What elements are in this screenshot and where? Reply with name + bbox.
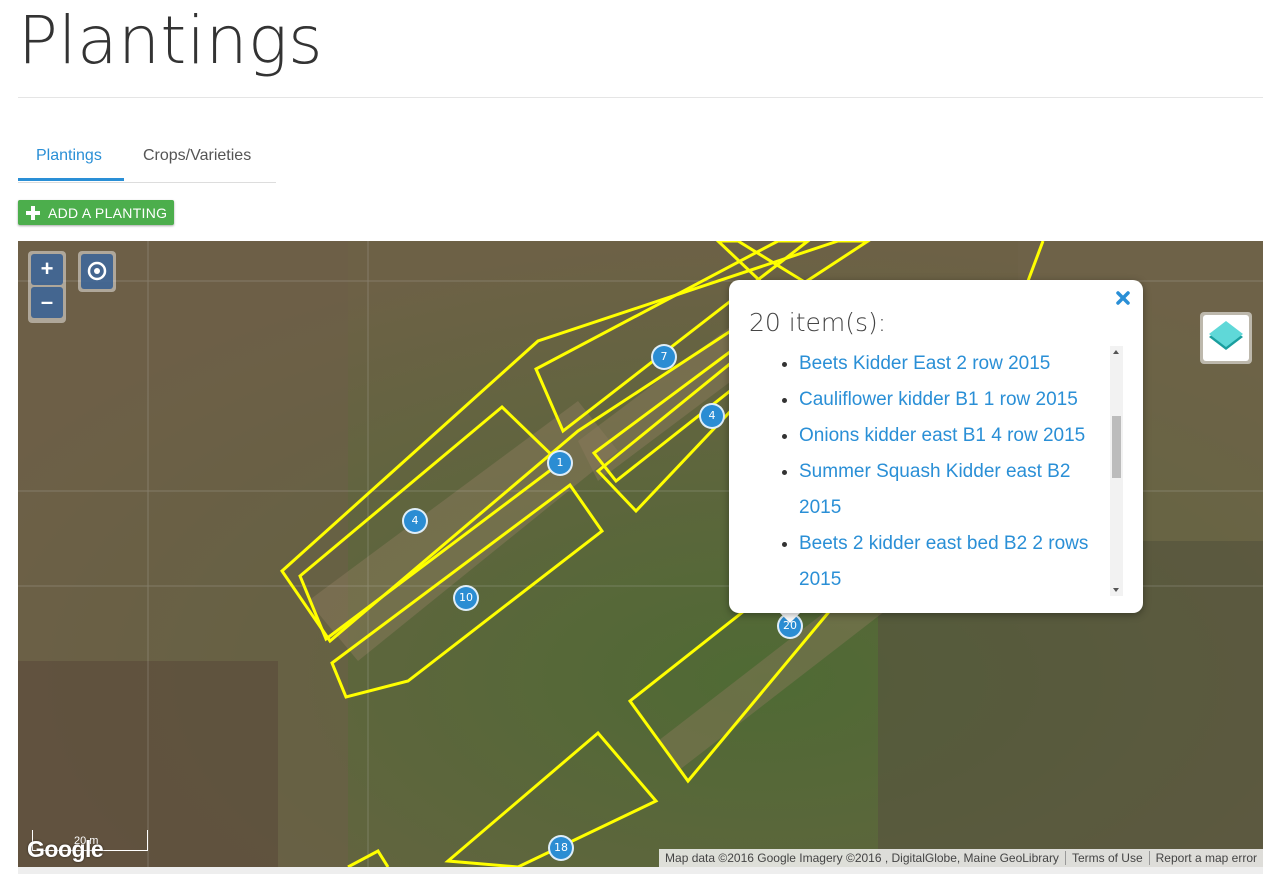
popup-list-container[interactable]: Beets Kidder East 2 row 2015 Cauliflower… (749, 346, 1125, 602)
popup-scrollbar[interactable] (1110, 346, 1123, 596)
plus-icon (25, 205, 41, 221)
geolocate-button[interactable] (81, 254, 113, 289)
google-logo: Google (27, 836, 104, 862)
layer-switcher-inner (1203, 315, 1249, 361)
planting-link[interactable]: Beets Kidder East 2 row 2015 (799, 353, 1050, 374)
scroll-down-arrow-icon[interactable] (1113, 588, 1119, 592)
map-marker[interactable]: 7 (651, 344, 677, 370)
popup-title: 20 item(s): (749, 308, 887, 337)
cluster-popup: 20 item(s): Beets Kidder East 2 row 2015… (729, 280, 1143, 613)
zoom-control: + – (28, 251, 66, 323)
target-icon (87, 261, 107, 281)
title-divider (18, 97, 1263, 98)
popup-close-button[interactable] (1115, 290, 1131, 306)
planting-link[interactable]: Summer Squash Kidder east B2 2015 (799, 461, 1070, 518)
map-marker[interactable]: 4 (402, 508, 428, 534)
zoom-out-button[interactable]: – (31, 287, 63, 318)
planting-link[interactable]: Onions kidder east B1 4 row 2015 (799, 425, 1085, 446)
bottom-divider (18, 867, 1263, 874)
terms-of-use-link[interactable]: Terms of Use (1066, 851, 1149, 865)
list-item: Onions kidder east B1 4 row 2015 (799, 418, 1109, 454)
scrollbar-thumb[interactable] (1112, 416, 1121, 478)
tab-bar: Plantings Crops/Varieties (18, 134, 276, 183)
layers-icon (1209, 321, 1243, 350)
layer-switcher-button[interactable] (1200, 312, 1252, 364)
list-item: Cauliflower kidder B1 1 row 2015 (799, 382, 1109, 418)
attribution-text: Map data ©2016 Google Imagery ©2016 , Di… (665, 851, 1059, 865)
map-marker[interactable]: 18 (548, 835, 574, 861)
list-item: Beets 2 kidder east bed B2 2 rows 2015 (799, 526, 1109, 598)
planting-link[interactable]: Cauliflower kidder B1 1 row 2015 (799, 389, 1078, 410)
list-item: Summer Squash Kidder east B2 2015 (799, 454, 1109, 526)
map-marker[interactable]: 10 (453, 585, 479, 611)
map-view[interactable]: + – 7 4 1 4 10 20 18 20 item(s): • Beets… (18, 241, 1263, 867)
close-icon (1116, 291, 1130, 305)
add-planting-button[interactable]: ADD A PLANTING (18, 200, 174, 225)
tab-plantings[interactable]: Plantings (18, 134, 124, 181)
planting-link[interactable]: Beets 2 kidder east bed B2 2 rows 2015 (799, 533, 1088, 590)
planting-list: Beets Kidder East 2 row 2015 Cauliflower… (749, 346, 1125, 598)
scroll-up-arrow-icon[interactable] (1113, 350, 1119, 354)
geolocate-control (78, 251, 116, 292)
map-attribution: Map data ©2016 Google Imagery ©2016 , Di… (659, 849, 1263, 867)
list-item: Beets Kidder East 2 row 2015 (799, 346, 1109, 382)
tab-crops-varieties[interactable]: Crops/Varieties (124, 134, 269, 181)
map-marker[interactable]: 4 (699, 403, 725, 429)
page-title: Plantings (18, 2, 323, 79)
add-planting-label: ADD A PLANTING (48, 204, 168, 221)
map-marker[interactable]: 1 (547, 450, 573, 476)
report-map-error-link[interactable]: Report a map error (1150, 851, 1263, 865)
zoom-in-button[interactable]: + (31, 254, 63, 285)
